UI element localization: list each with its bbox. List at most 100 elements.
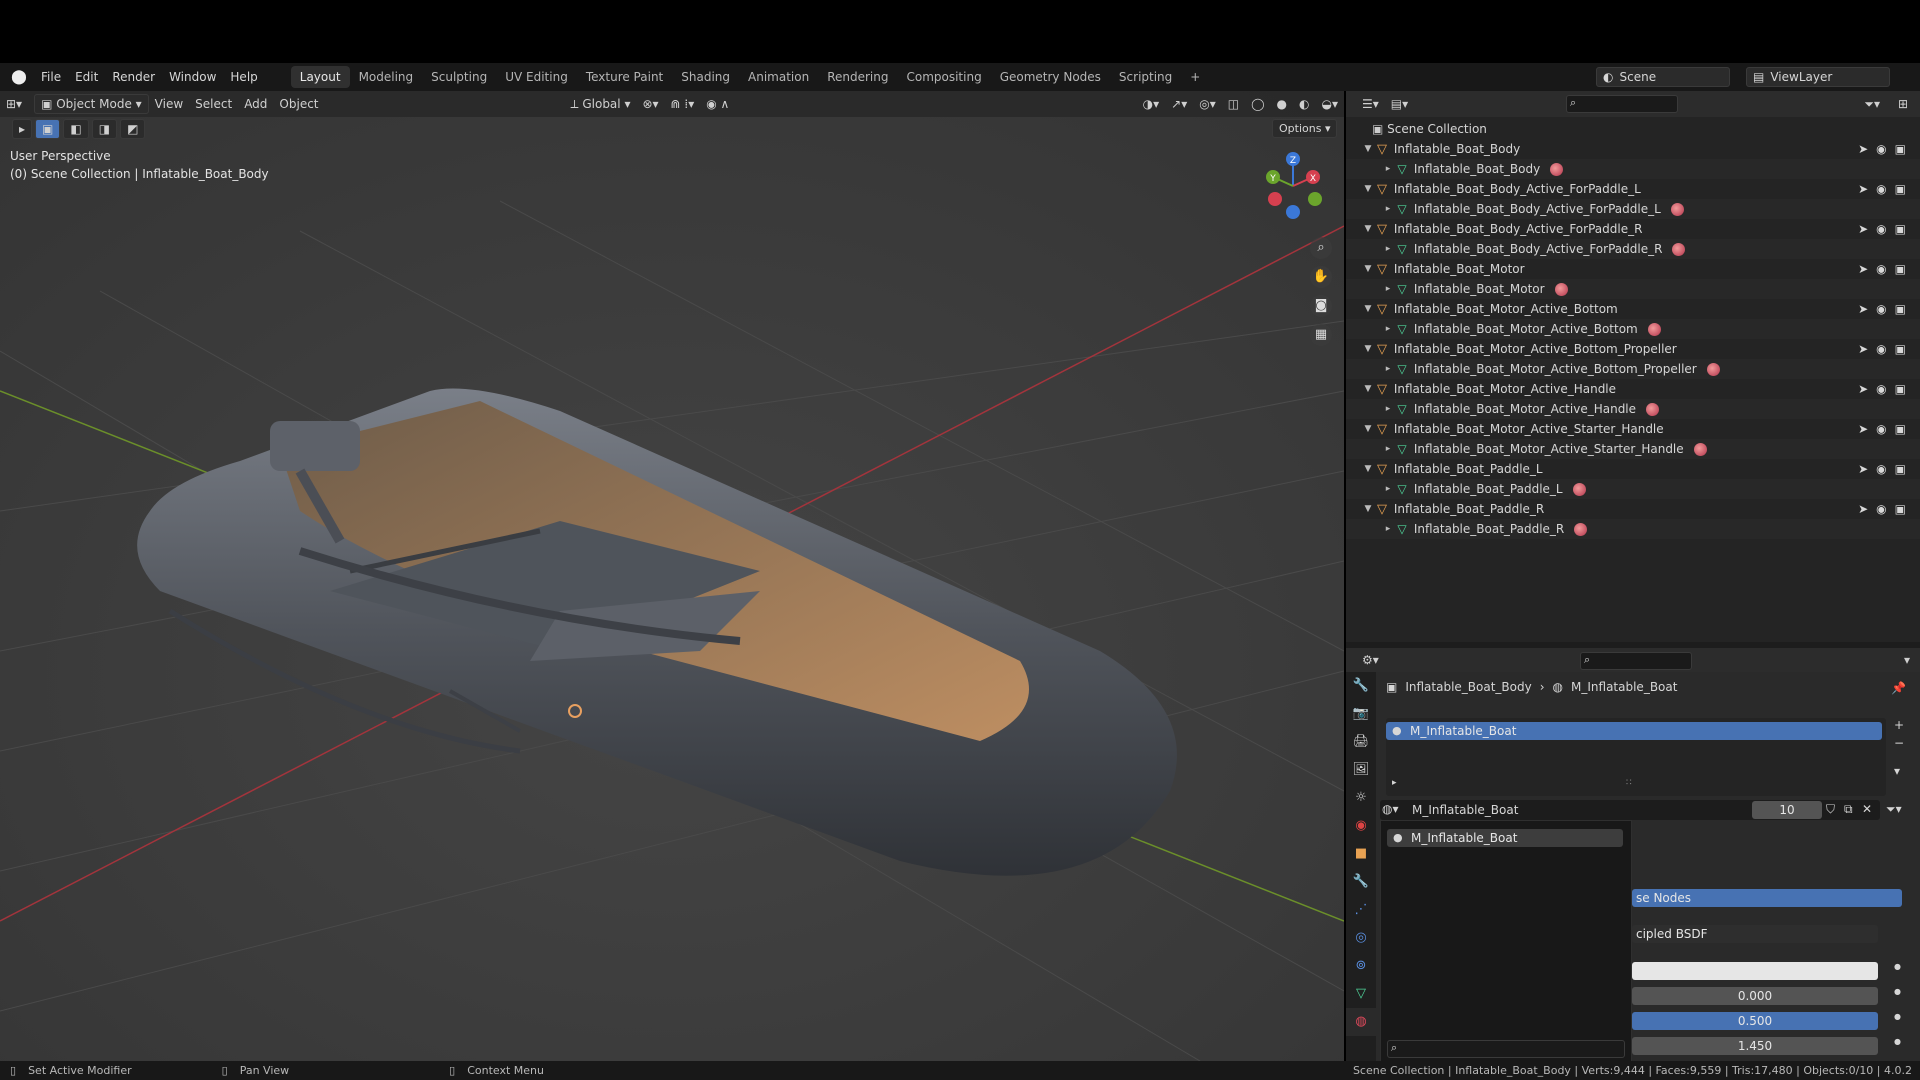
outliner-mesh-row[interactable]: ▸ ▽ Inflatable_Boat_Body_Active_ForPaddle… — [1346, 239, 1920, 259]
tool-tab-icon[interactable]: 🔧 — [1346, 672, 1376, 700]
menu-render[interactable]: Render — [105, 70, 162, 84]
tab-rendering[interactable]: Rendering — [818, 66, 897, 88]
select-subtract-icon[interactable]: ◨ — [91, 119, 118, 139]
outliner-object-row[interactable]: ▼ ▽ Inflatable_Boat_Motor_Active_Bottom_P… — [1346, 339, 1920, 359]
popup-search-input[interactable] — [1387, 1040, 1625, 1058]
render-camera-icon[interactable]: ▣ — [1895, 222, 1906, 236]
pivot-point-icon[interactable]: ⊗▾ — [636, 95, 664, 113]
viewlayer-selector[interactable]: ▤ ViewLayer — [1746, 67, 1890, 87]
select-extend-icon[interactable]: ◧ — [63, 119, 89, 139]
keyframe-dot-icon[interactable]: ● — [1894, 1037, 1901, 1046]
outliner-editor-icon[interactable]: ☰▾ — [1356, 95, 1385, 113]
menu-window[interactable]: Window — [162, 70, 223, 84]
material-icon[interactable] — [1706, 362, 1720, 376]
expand-triangle-icon[interactable]: ▸ — [1382, 524, 1394, 534]
select-arrow-icon[interactable]: ➤ — [1858, 502, 1868, 516]
menu-view[interactable]: View — [149, 95, 189, 113]
roughness-field[interactable]: 0.500 — [1632, 1012, 1878, 1030]
link-dropdown-icon[interactable]: ⏷▾ — [1886, 802, 1902, 817]
display-mode-icon[interactable]: ▤▾ — [1385, 95, 1414, 113]
object-tab-icon[interactable]: ■ — [1346, 840, 1376, 868]
remove-slot-icon[interactable]: − — [1894, 736, 1904, 750]
expand-triangle-icon[interactable]: ▸ — [1382, 244, 1394, 254]
particles-tab-icon[interactable]: ⋰ — [1346, 896, 1376, 924]
expand-triangle-icon[interactable]: ▸ — [1382, 484, 1394, 494]
tab-compositing[interactable]: Compositing — [897, 66, 990, 88]
expand-triangle-icon[interactable]: ▼ — [1362, 224, 1374, 234]
eye-icon[interactable]: ◉ — [1876, 142, 1886, 156]
editor-type-icon[interactable]: ⊞▾ — [0, 95, 28, 113]
menu-object[interactable]: Object — [273, 95, 324, 113]
eye-icon[interactable]: ◉ — [1876, 302, 1886, 316]
expand-triangle-icon[interactable]: ▸ — [1382, 324, 1394, 334]
expand-triangle-icon[interactable]: ▼ — [1362, 424, 1374, 434]
select-arrow-icon[interactable]: ➤ — [1858, 142, 1868, 156]
render-tab-icon[interactable]: 📷 — [1346, 700, 1376, 728]
expand-triangle-icon[interactable]: ▼ — [1362, 504, 1374, 514]
tab-layout[interactable]: Layout — [290, 66, 350, 88]
duplicate-icon[interactable]: ⧉ — [1844, 802, 1853, 817]
overlays-icon[interactable]: ◎▾ — [1193, 95, 1222, 113]
ior-field[interactable]: 1.450 — [1632, 1037, 1878, 1055]
new-collection-icon[interactable]: ⊞ — [1892, 95, 1914, 113]
popup-material-item[interactable]: M_Inflatable_Boat — [1387, 829, 1623, 847]
filter-icon[interactable]: ⏷▾ — [1858, 95, 1886, 114]
view-layer-tab-icon[interactable]: 🖼 — [1346, 756, 1376, 784]
material-tab-icon[interactable]: ◍ — [1346, 1008, 1376, 1036]
expand-triangle-icon[interactable]: ▼ — [1362, 384, 1374, 394]
render-camera-icon[interactable]: ▣ — [1895, 462, 1906, 476]
render-camera-icon[interactable]: ▣ — [1895, 502, 1906, 516]
metallic-field[interactable]: 0.000 — [1632, 987, 1878, 1005]
select-arrow-icon[interactable]: ➤ — [1858, 302, 1868, 316]
render-camera-icon[interactable]: ▣ — [1895, 342, 1906, 356]
material-slot-item[interactable]: M_Inflatable_Boat — [1386, 722, 1882, 740]
select-arrow-icon[interactable]: ➤ — [1858, 222, 1868, 236]
render-camera-icon[interactable]: ▣ — [1895, 262, 1906, 276]
outliner-mesh-row[interactable]: ▸ ▽ Inflatable_Boat_Body_Active_ForPaddle… — [1346, 199, 1920, 219]
material-icon[interactable] — [1572, 482, 1586, 496]
eye-icon[interactable]: ◉ — [1876, 342, 1886, 356]
resize-handle-icon[interactable]: ∷ — [1626, 778, 1632, 788]
outliner-object-row[interactable]: ▼ ▽ Inflatable_Boat_Motor ➤ ◉ ▣ — [1346, 259, 1920, 279]
render-camera-icon[interactable]: ▣ — [1895, 382, 1906, 396]
add-workspace-button[interactable]: + — [1181, 66, 1209, 88]
shading-material-icon[interactable]: ◐ — [1293, 95, 1315, 113]
physics-tab-icon[interactable]: ◎ — [1346, 924, 1376, 952]
outliner-mesh-row[interactable]: ▸ ▽ Inflatable_Boat_Body — [1346, 159, 1920, 179]
expand-triangle-icon[interactable]: ▸ — [1382, 204, 1394, 214]
xray-icon[interactable]: ◫ — [1222, 95, 1245, 113]
constraints-tab-icon[interactable]: ⊚ — [1346, 952, 1376, 980]
scene-selector[interactable]: ◐ Scene — [1596, 67, 1730, 87]
add-slot-icon[interactable]: + — [1894, 718, 1904, 732]
visibility-icon[interactable]: ◑▾ — [1137, 95, 1166, 113]
outliner-mesh-row[interactable]: ▸ ▽ Inflatable_Boat_Motor_Active_Bottom — [1346, 319, 1920, 339]
select-arrow-icon[interactable]: ➤ — [1858, 342, 1868, 356]
close-icon[interactable]: ✕ — [1862, 802, 1872, 816]
expand-triangle-icon[interactable]: ▸ — [1382, 164, 1394, 174]
browse-material-icon[interactable]: ◍▾ — [1382, 802, 1399, 816]
eye-icon[interactable]: ◉ — [1876, 262, 1886, 276]
fake-user-shield-icon[interactable]: ⛉ — [1826, 802, 1835, 817]
user-count-field[interactable]: 10 — [1752, 801, 1822, 819]
render-camera-icon[interactable]: ▣ — [1895, 182, 1906, 196]
data-tab-icon[interactable]: ▽ — [1346, 980, 1376, 1008]
expand-triangle-icon[interactable]: ▸ — [1382, 364, 1394, 374]
outliner-object-row[interactable]: ▼ ▽ Inflatable_Boat_Paddle_L ➤ ◉ ▣ — [1346, 459, 1920, 479]
menu-select[interactable]: Select — [189, 95, 238, 113]
navigation-gizmo[interactable]: Z X Y — [1258, 151, 1328, 221]
tab-texture-paint[interactable]: Texture Paint — [577, 66, 672, 88]
tab-sculpting[interactable]: Sculpting — [422, 66, 496, 88]
select-box-icon[interactable]: ▣ — [35, 119, 61, 139]
keyframe-dot-icon[interactable]: ● — [1894, 1012, 1901, 1021]
eye-icon[interactable]: ◉ — [1876, 462, 1886, 476]
material-icon[interactable] — [1647, 322, 1661, 336]
outliner-object-row[interactable]: ▼ ▽ Inflatable_Boat_Paddle_R ➤ ◉ ▣ — [1346, 499, 1920, 519]
scene-collection-row[interactable]: ▣ Scene Collection — [1346, 119, 1920, 139]
blender-logo-icon[interactable]: ⬤ — [10, 68, 28, 86]
outliner-object-row[interactable]: ▼ ▽ Inflatable_Boat_Motor_Active_Starter_… — [1346, 419, 1920, 439]
keyframe-dot-icon[interactable]: ● — [1894, 962, 1901, 971]
material-icon[interactable] — [1550, 162, 1564, 176]
camera-view-icon[interactable]: ◙ — [1310, 295, 1332, 317]
pan-hand-icon[interactable]: ✋ — [1310, 266, 1332, 288]
render-camera-icon[interactable]: ▣ — [1895, 422, 1906, 436]
